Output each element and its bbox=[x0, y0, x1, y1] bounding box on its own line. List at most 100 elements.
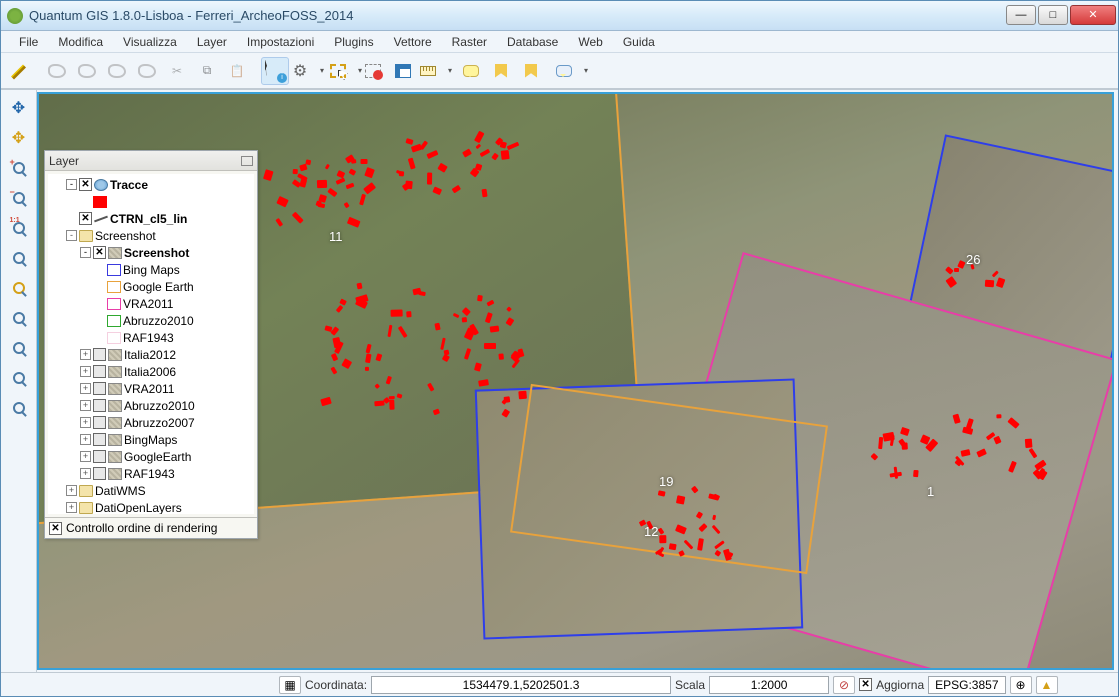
pan-button[interactable]: ✥ bbox=[5, 94, 33, 122]
layer-row[interactable]: +Abruzzo2007 bbox=[50, 414, 252, 431]
trace-feature[interactable] bbox=[361, 159, 368, 164]
layer-visibility-checkbox[interactable] bbox=[79, 212, 92, 225]
measure-dropdown[interactable] bbox=[419, 57, 447, 85]
trace-feature[interactable] bbox=[913, 470, 919, 478]
trace-feature[interactable] bbox=[356, 282, 362, 289]
trace-feature[interactable] bbox=[428, 172, 433, 184]
crs-status-button[interactable]: ⊕ bbox=[1010, 676, 1032, 694]
scale-input[interactable] bbox=[709, 676, 829, 694]
deselect-button[interactable] bbox=[359, 57, 387, 85]
coord-input[interactable] bbox=[371, 676, 671, 694]
layer-row[interactable]: -Tracce bbox=[50, 176, 252, 193]
expand-toggle[interactable]: + bbox=[80, 366, 91, 377]
layer-row[interactable]: RAF1943 bbox=[50, 329, 252, 346]
zoom-full-button[interactable] bbox=[5, 244, 33, 272]
layer-row[interactable] bbox=[50, 193, 252, 210]
layer-row[interactable]: +Italia2006 bbox=[50, 363, 252, 380]
layer-visibility-checkbox[interactable] bbox=[93, 450, 106, 463]
menu-modifica[interactable]: Modifica bbox=[48, 33, 113, 51]
layers-panel[interactable]: Layer -TracceCTRN_cl5_lin-Screenshot-Scr… bbox=[44, 150, 258, 539]
layer-row[interactable]: CTRN_cl5_lin bbox=[50, 210, 252, 227]
zoom-next-button[interactable] bbox=[5, 364, 33, 392]
layer-row[interactable]: +BingMaps bbox=[50, 431, 252, 448]
layer-visibility-checkbox[interactable] bbox=[93, 365, 106, 378]
titlebar[interactable]: Quantum GIS 1.8.0-Lisboa - Ferreri_Arche… bbox=[1, 1, 1118, 31]
trace-feature[interactable] bbox=[985, 280, 995, 288]
zoom-layer-button[interactable] bbox=[5, 304, 33, 332]
zoom-native-button[interactable]: 1:1 bbox=[5, 214, 33, 242]
maptips-button[interactable] bbox=[457, 57, 485, 85]
cut-button[interactable]: ✂ bbox=[163, 57, 191, 85]
trace-feature[interactable] bbox=[658, 490, 666, 496]
layer-row[interactable]: +Italia2012 bbox=[50, 346, 252, 363]
layer-row[interactable]: Abruzzo2010 bbox=[50, 312, 252, 329]
layers-tree[interactable]: -TracceCTRN_cl5_lin-Screenshot-Screensho… bbox=[48, 174, 254, 514]
expand-toggle[interactable]: - bbox=[80, 247, 91, 258]
messages-button[interactable]: ▲ bbox=[1036, 676, 1058, 694]
layer-row[interactable]: +DatiWMS bbox=[50, 482, 252, 499]
trace-feature[interactable] bbox=[660, 535, 667, 543]
layer-row[interactable]: +Abruzzo2010 bbox=[50, 397, 252, 414]
stop-render-button[interactable]: ⊘ bbox=[833, 676, 855, 694]
trace-feature[interactable] bbox=[501, 150, 509, 160]
layer-visibility-checkbox[interactable] bbox=[93, 467, 106, 480]
expand-toggle[interactable]: + bbox=[80, 383, 91, 394]
expand-toggle[interactable]: + bbox=[80, 349, 91, 360]
layer-visibility-checkbox[interactable] bbox=[93, 416, 106, 429]
trace-feature[interactable] bbox=[391, 310, 403, 317]
expand-toggle[interactable]: + bbox=[80, 434, 91, 445]
layer-visibility-checkbox[interactable] bbox=[93, 382, 106, 395]
delete-feature-button[interactable] bbox=[133, 57, 161, 85]
pan-selection-button[interactable]: ✥ bbox=[5, 124, 33, 152]
layer-row[interactable]: VRA2011 bbox=[50, 295, 252, 312]
menu-visualizza[interactable]: Visualizza bbox=[113, 33, 187, 51]
expand-toggle[interactable]: + bbox=[80, 468, 91, 479]
trace-feature[interactable] bbox=[317, 180, 327, 188]
paste-button[interactable]: 📋 bbox=[223, 57, 251, 85]
add-feature-button[interactable] bbox=[43, 57, 71, 85]
layer-row[interactable]: Bing Maps bbox=[50, 261, 252, 278]
identify-button[interactable]: i bbox=[261, 57, 289, 85]
refresh-button[interactable] bbox=[5, 394, 33, 422]
menu-file[interactable]: File bbox=[9, 33, 48, 51]
zoom-out-button[interactable]: − bbox=[5, 184, 33, 212]
layer-row[interactable]: -Screenshot bbox=[50, 244, 252, 261]
zoom-last-button[interactable] bbox=[5, 334, 33, 362]
layer-visibility-checkbox[interactable] bbox=[93, 246, 106, 259]
new-bookmark-button[interactable] bbox=[487, 57, 515, 85]
annotation-dropdown[interactable] bbox=[555, 57, 583, 85]
layer-row[interactable]: +VRA2011 bbox=[50, 380, 252, 397]
layer-visibility-checkbox[interactable] bbox=[93, 399, 106, 412]
layer-row[interactable]: +GoogleEarth bbox=[50, 448, 252, 465]
trace-feature[interactable] bbox=[332, 337, 341, 348]
minimize-button[interactable]: — bbox=[1006, 5, 1036, 25]
layer-row[interactable]: Google Earth bbox=[50, 278, 252, 295]
layer-visibility-checkbox[interactable] bbox=[93, 433, 106, 446]
expand-toggle[interactable]: + bbox=[80, 451, 91, 462]
trace-feature[interactable] bbox=[498, 354, 504, 361]
expand-toggle[interactable]: + bbox=[80, 400, 91, 411]
copy-button[interactable]: ⧉ bbox=[193, 57, 221, 85]
menu-database[interactable]: Database bbox=[497, 33, 568, 51]
trace-feature[interactable] bbox=[389, 399, 394, 409]
menu-impostazioni[interactable]: Impostazioni bbox=[237, 33, 324, 51]
trace-feature[interactable] bbox=[954, 268, 959, 273]
toggle-extents-button[interactable]: ▦ bbox=[279, 676, 301, 694]
layer-visibility-checkbox[interactable] bbox=[79, 178, 92, 191]
menu-plugins[interactable]: Plugins bbox=[324, 33, 383, 51]
trace-feature[interactable] bbox=[518, 390, 526, 398]
node-tool-button[interactable] bbox=[103, 57, 131, 85]
move-feature-button[interactable] bbox=[73, 57, 101, 85]
expand-toggle[interactable]: - bbox=[66, 230, 77, 241]
select-dropdown[interactable] bbox=[329, 57, 357, 85]
trace-feature[interactable] bbox=[484, 343, 496, 349]
edit-toggle-button[interactable] bbox=[5, 57, 33, 85]
trace-feature[interactable] bbox=[477, 295, 482, 302]
menu-raster[interactable]: Raster bbox=[442, 33, 497, 51]
render-order-checkbox[interactable] bbox=[49, 522, 62, 535]
settings-dropdown[interactable]: ⚙ bbox=[291, 57, 319, 85]
layer-row[interactable]: +DatiOpenLayers bbox=[50, 499, 252, 514]
zoom-in-button[interactable]: + bbox=[5, 154, 33, 182]
layer-row[interactable]: -Screenshot bbox=[50, 227, 252, 244]
expand-toggle[interactable]: + bbox=[80, 417, 91, 428]
